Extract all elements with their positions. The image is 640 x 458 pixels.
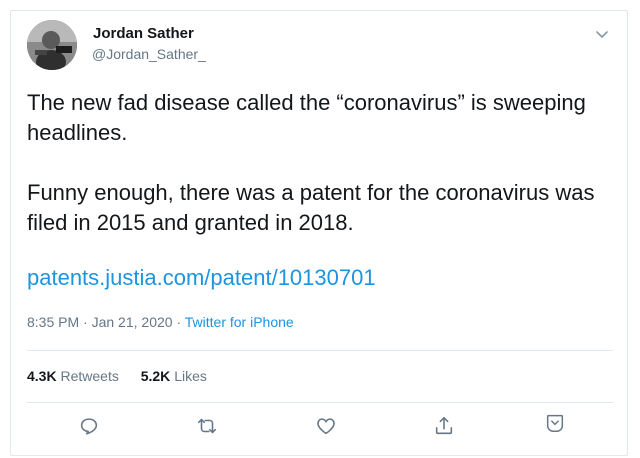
retweets-label: Retweets bbox=[60, 368, 119, 384]
meta-separator: · bbox=[79, 314, 92, 330]
heart-icon[interactable] bbox=[315, 415, 337, 437]
tweet-paragraph: Funny enough, there was a patent for the… bbox=[27, 180, 595, 235]
tweet-date[interactable]: Jan 21, 2020 bbox=[92, 314, 173, 330]
likes-count: 5.2K bbox=[140, 368, 171, 384]
divider bbox=[27, 350, 613, 351]
share-icon[interactable] bbox=[433, 415, 455, 437]
likes-label: Likes bbox=[174, 368, 207, 384]
patent-link[interactable]: patents.justia.com/patent/10130701 bbox=[27, 265, 376, 291]
tweet-time[interactable]: 8:35 PM bbox=[27, 314, 79, 330]
tweet-source[interactable]: Twitter for iPhone bbox=[185, 314, 294, 330]
retweets-count: 4.3K bbox=[27, 368, 57, 384]
tweet-paragraph: The new fad disease called the “coronavi… bbox=[27, 90, 586, 145]
caret-icon[interactable] bbox=[544, 412, 566, 434]
divider bbox=[27, 402, 613, 403]
retweet-icon[interactable] bbox=[196, 415, 218, 437]
tweet-stats: 4.3K Retweets 5.2K Likes bbox=[27, 368, 225, 384]
likes-stat[interactable]: 5.2K Likes bbox=[141, 368, 207, 384]
avatar-photo bbox=[27, 20, 77, 70]
author-name[interactable]: Jordan Sather bbox=[93, 25, 194, 42]
tweet-text: The new fad disease called the “coronavi… bbox=[27, 88, 617, 238]
avatar[interactable] bbox=[27, 20, 77, 70]
chevron-down-icon[interactable] bbox=[594, 26, 610, 42]
retweets-stat[interactable]: 4.3K Retweets bbox=[27, 368, 119, 384]
tweet-meta: 8:35 PM · Jan 21, 2020 · Twitter for iPh… bbox=[27, 314, 294, 330]
meta-separator: · bbox=[172, 314, 185, 330]
reply-icon[interactable] bbox=[78, 415, 100, 437]
author-handle[interactable]: @Jordan_Sather_ bbox=[92, 46, 206, 62]
